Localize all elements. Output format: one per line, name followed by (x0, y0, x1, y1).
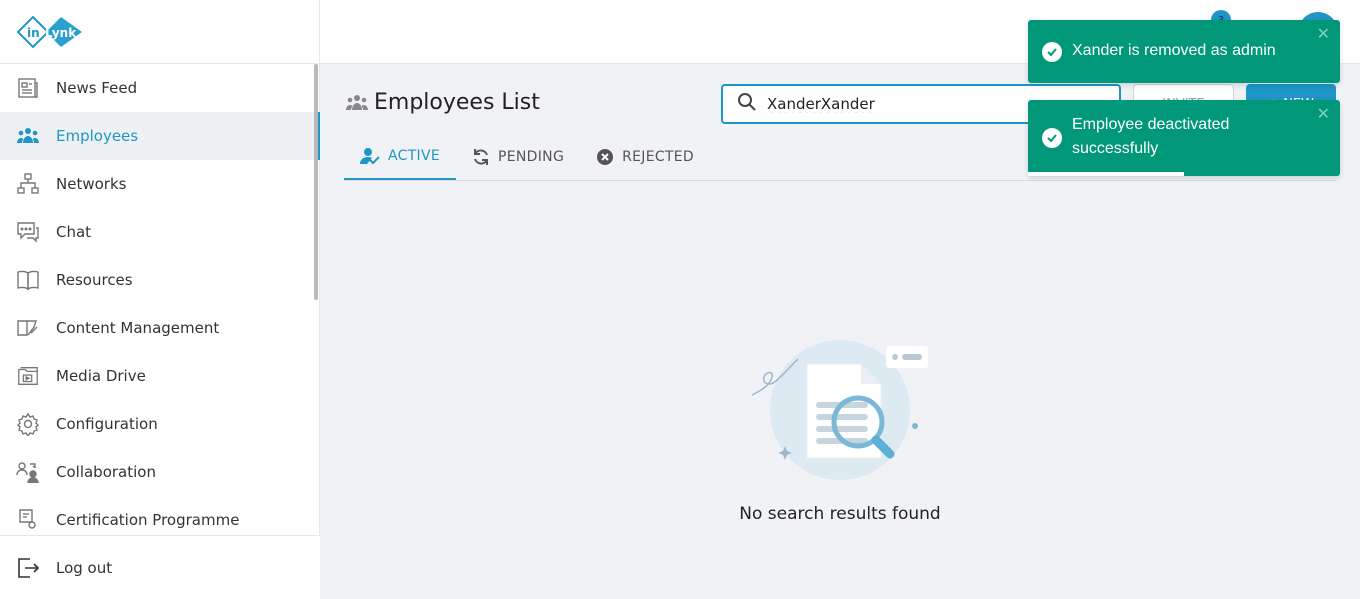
toast-message: Xander is removed as admin (1072, 42, 1276, 59)
gear-icon (16, 412, 40, 436)
search-icon (737, 92, 757, 116)
certificate-icon (16, 508, 40, 532)
check-icon (1042, 42, 1062, 62)
collaboration-icon (16, 460, 40, 484)
logo-area: in Lynk (0, 0, 319, 64)
search-input[interactable] (767, 95, 1067, 113)
toast-notification: Xander is removed as admin ✕ (1028, 20, 1340, 83)
sidebar-item-collaboration[interactable]: Collaboration (0, 448, 320, 496)
sidebar-item-label: Certification Programme (56, 511, 240, 529)
tab-label: PENDING (498, 149, 565, 165)
logout-label: Log out (56, 558, 113, 577)
tab-label: ACTIVE (388, 148, 441, 164)
sidebar: in Lynk News Feed Employees Networks Cha… (0, 0, 320, 599)
employees-icon (16, 124, 40, 148)
sidebar-item-media-drive[interactable]: Media Drive (0, 352, 320, 400)
empty-state-text: No search results found (739, 504, 941, 524)
sidebar-item-content-management[interactable]: Content Management (0, 304, 320, 352)
employees-icon (344, 92, 370, 114)
sidebar-item-label: Networks (56, 175, 127, 193)
sidebar-item-networks[interactable]: Networks (0, 160, 320, 208)
user-check-icon (360, 147, 380, 165)
close-icon[interactable]: ✕ (1317, 24, 1330, 44)
sidebar-item-chat[interactable]: Chat (0, 208, 320, 256)
close-circle-icon (596, 148, 614, 166)
refresh-icon (472, 148, 490, 166)
sidebar-item-label: Configuration (56, 415, 158, 433)
news-feed-icon (16, 76, 40, 100)
svg-text:in: in (27, 26, 40, 40)
sidebar-item-employees[interactable]: Employees (0, 112, 320, 160)
check-icon (1042, 128, 1062, 148)
tab-rejected[interactable]: REJECTED (580, 134, 710, 180)
chat-icon (16, 220, 40, 244)
sidebar-item-label: Collaboration (56, 463, 156, 481)
empty-state-illustration (740, 338, 940, 492)
logout-icon (16, 556, 40, 580)
close-icon[interactable]: ✕ (1317, 104, 1330, 124)
folder-icon (16, 364, 40, 388)
sidebar-item-label: Resources (56, 271, 133, 289)
sidebar-item-resources[interactable]: Resources (0, 256, 320, 304)
sidebar-item-label: Employees (56, 127, 139, 145)
networks-icon (16, 172, 40, 196)
sidebar-item-label: News Feed (56, 79, 138, 97)
page-title-text: Employees List (374, 90, 540, 115)
logout-button[interactable]: Log out (0, 535, 320, 599)
tab-pending[interactable]: PENDING (456, 134, 580, 180)
sidebar-item-configuration[interactable]: Configuration (0, 400, 320, 448)
toast-notification: Employee deactivated successfully ✕ (1028, 100, 1340, 176)
sidebar-item-certification-programme[interactable]: Certification Programme (0, 496, 320, 534)
sidebar-item-label: Chat (56, 223, 92, 241)
svg-text:Lynk: Lynk (45, 26, 77, 40)
sidebar-nav: News Feed Employees Networks Chat Resour… (0, 64, 320, 534)
sidebar-scrollbar[interactable] (314, 64, 318, 300)
sidebar-item-label: Content Management (56, 319, 220, 337)
tab-active[interactable]: ACTIVE (344, 134, 457, 180)
book-icon (16, 268, 40, 292)
inlynk-logo[interactable]: in Lynk (16, 15, 84, 49)
toast-progress-bar (1028, 172, 1184, 176)
sidebar-item-label: Media Drive (56, 367, 146, 385)
tab-label: REJECTED (622, 149, 695, 165)
sidebar-item-news-feed[interactable]: News Feed (0, 64, 320, 112)
toast-message: Employee deactivated successfully (1072, 116, 1230, 157)
page-title: Employees List (344, 90, 540, 115)
content-icon (16, 316, 40, 340)
